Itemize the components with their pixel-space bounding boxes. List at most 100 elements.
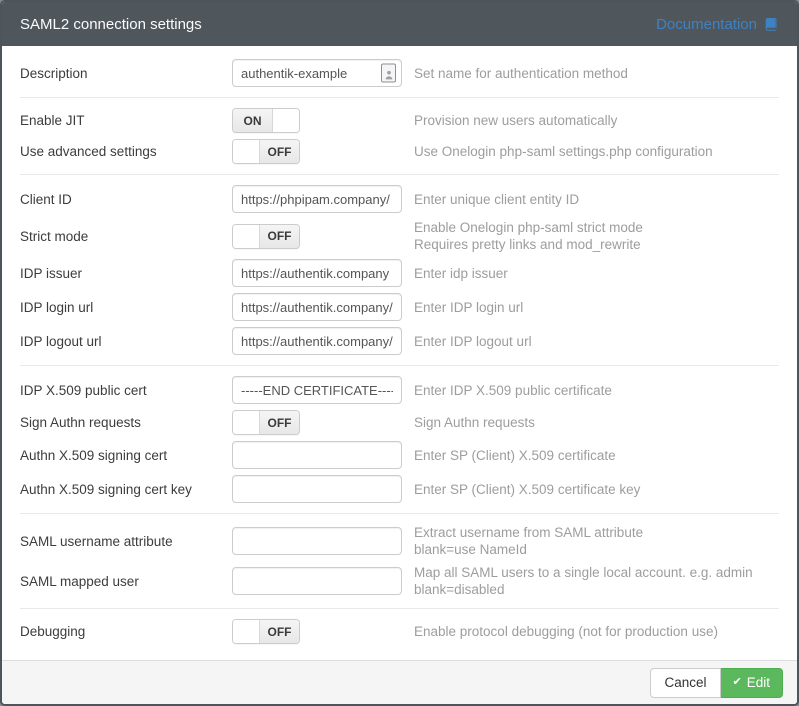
field-hint-client-id: Enter unique client entity ID <box>414 191 579 208</box>
field-label-strict-mode: Strict mode <box>20 229 232 244</box>
toggle-state-label: OFF <box>260 620 299 643</box>
field-control <box>232 327 402 355</box>
hint-line: blank=use NameId <box>414 541 643 558</box>
idp-issuer-input[interactable] <box>232 259 402 287</box>
field-label-idp-issuer: IDP issuer <box>20 266 232 281</box>
idp-logout-url-input[interactable] <box>232 327 402 355</box>
hint-line: Enter SP (Client) X.509 certificate key <box>414 481 640 498</box>
hint-line: Provision new users automatically <box>414 112 617 129</box>
toggle-state-label: OFF <box>260 140 299 163</box>
form-group: Debugging OFF Enable protocol debugging (n… <box>20 608 779 654</box>
client-id-input[interactable] <box>232 185 402 213</box>
field-hint-sign-authn-requests: Sign Authn requests <box>414 414 535 431</box>
form-row-idp-issuer: IDP issuer Enter idp issuer <box>20 256 779 290</box>
book-icon <box>763 17 779 32</box>
saml2-settings-modal: SAML2 connection settings Documentation … <box>0 0 799 706</box>
saml-mapped-user-input[interactable] <box>232 567 402 595</box>
hint-line: Set name for authentication method <box>414 65 628 82</box>
sign-authn-requests-toggle[interactable]: OFF <box>232 410 300 435</box>
form-row-strict-mode: Strict mode OFF Enable Onelogin php-saml s… <box>20 216 779 256</box>
saml-username-attribute-input[interactable] <box>232 527 402 555</box>
field-hint-description: Set name for authentication method <box>414 65 628 82</box>
form-row-debugging: Debugging OFF Enable protocol debugging (n… <box>20 616 779 647</box>
form-group: Client ID Enter unique client entity ID St… <box>20 174 779 365</box>
hint-line: Enter SP (Client) X.509 certificate <box>414 447 616 464</box>
idp-x509-public-cert-input[interactable] <box>232 376 402 404</box>
field-control: ON <box>232 108 402 133</box>
field-label-description: Description <box>20 66 232 81</box>
form-row-saml-mapped-user: SAML mapped userMap all SAML users to a … <box>20 561 779 601</box>
field-control: OFF <box>232 139 402 164</box>
enable-jit-toggle[interactable]: ON <box>232 108 300 133</box>
hint-line: Extract username from SAML attribute <box>414 524 643 541</box>
field-hint-use-advanced-settings: Use Onelogin php-saml settings.php confi… <box>414 143 713 160</box>
edit-button[interactable]: ✔ Edit <box>721 668 783 698</box>
form-body: Description Set name for authentication m… <box>2 46 797 660</box>
strict-mode-toggle[interactable]: OFF <box>232 224 300 249</box>
form-row-idp-logout-url: IDP logout url Enter IDP logout url <box>20 324 779 358</box>
toggle-state-label: OFF <box>260 411 299 434</box>
field-label-idp-logout-url: IDP logout url <box>20 334 232 349</box>
field-hint-authn-x509-signing-cert-key: Enter SP (Client) X.509 certificate key <box>414 481 640 498</box>
debugging-toggle[interactable]: OFF <box>232 619 300 644</box>
field-control <box>232 376 402 404</box>
field-control: OFF <box>232 410 402 435</box>
form-group: SAML username attribute Extract username … <box>20 513 779 608</box>
form-row-client-id: Client ID Enter unique client entity ID <box>20 182 779 216</box>
field-control <box>232 259 402 287</box>
field-label-enable-jit: Enable JIT <box>20 113 232 128</box>
authn-x509-signing-cert-input[interactable] <box>232 441 402 469</box>
hint-line: blank=disabled <box>414 581 753 598</box>
hint-line: Enable Onelogin php-saml strict mode <box>414 219 643 236</box>
documentation-link-label: Documentation <box>656 16 757 33</box>
field-hint-authn-x509-signing-cert: Enter SP (Client) X.509 certificate <box>414 447 616 464</box>
field-hint-saml-username-attribute: Extract username from SAML attributeblan… <box>414 524 643 558</box>
hint-line: Requires pretty links and mod_rewrite <box>414 236 643 253</box>
form-row-sign-authn-requests: Sign Authn requests OFF Sign Authn request… <box>20 407 779 438</box>
field-label-authn-x509-signing-cert-key: Authn X.509 signing cert key <box>20 482 232 497</box>
check-icon: ✔ <box>733 677 742 688</box>
form-row-authn-x509-signing-cert: Authn X.509 signing cert Enter SP (Client… <box>20 438 779 472</box>
hint-line: Enter IDP logout url <box>414 333 532 350</box>
field-hint-idp-logout-url: Enter IDP logout url <box>414 333 532 350</box>
toggle-knob <box>233 411 260 434</box>
field-control <box>232 567 402 595</box>
field-hint-debugging: Enable protocol debugging (not for produ… <box>414 623 718 640</box>
form-row-idp-x509-public-cert: IDP X.509 public certEnter IDP X.509 pub… <box>20 373 779 407</box>
description-input[interactable] <box>232 59 402 87</box>
form-row-use-advanced-settings: Use advanced settingsOFFUse Onelogin php… <box>20 136 779 167</box>
use-advanced-settings-toggle[interactable]: OFF <box>232 139 300 164</box>
form-group: IDP X.509 public certEnter IDP X.509 pub… <box>20 365 779 513</box>
idp-login-url-input[interactable] <box>232 293 402 321</box>
toggle-state-label: OFF <box>260 225 299 248</box>
hint-line: Enter idp issuer <box>414 265 508 282</box>
modal-footer: Cancel ✔ Edit <box>2 660 797 704</box>
field-label-authn-x509-signing-cert: Authn X.509 signing cert <box>20 448 232 463</box>
form-row-enable-jit: Enable JITON Provision new users automati… <box>20 105 779 136</box>
field-hint-saml-mapped-user: Map all SAML users to a single local acc… <box>414 564 753 598</box>
toggle-knob <box>233 140 260 163</box>
form-row-description: Description Set name for authentication m… <box>20 56 779 90</box>
autofill-icon <box>381 64 396 83</box>
form-group: Description Set name for authentication m… <box>20 49 779 97</box>
documentation-link[interactable]: Documentation <box>656 16 779 33</box>
field-hint-enable-jit: Provision new users automatically <box>414 112 617 129</box>
field-control <box>232 293 402 321</box>
field-control <box>232 475 402 503</box>
page-title: SAML2 connection settings <box>20 16 202 33</box>
form-group: Enable JITON Provision new users automati… <box>20 97 779 174</box>
authn-x509-signing-cert-key-input[interactable] <box>232 475 402 503</box>
field-label-idp-x509-public-cert: IDP X.509 public cert <box>20 383 232 398</box>
footer-button-group: Cancel ✔ Edit <box>650 668 783 698</box>
field-control <box>232 59 402 87</box>
toggle-knob <box>233 225 260 248</box>
field-label-debugging: Debugging <box>20 624 232 639</box>
field-label-client-id: Client ID <box>20 192 232 207</box>
hint-line: Sign Authn requests <box>414 414 535 431</box>
field-label-saml-username-attribute: SAML username attribute <box>20 534 232 549</box>
toggle-knob <box>233 620 260 643</box>
hint-line: Enter unique client entity ID <box>414 191 579 208</box>
cancel-button[interactable]: Cancel <box>650 668 720 698</box>
field-label-sign-authn-requests: Sign Authn requests <box>20 415 232 430</box>
hint-line: Enable protocol debugging (not for produ… <box>414 623 718 640</box>
